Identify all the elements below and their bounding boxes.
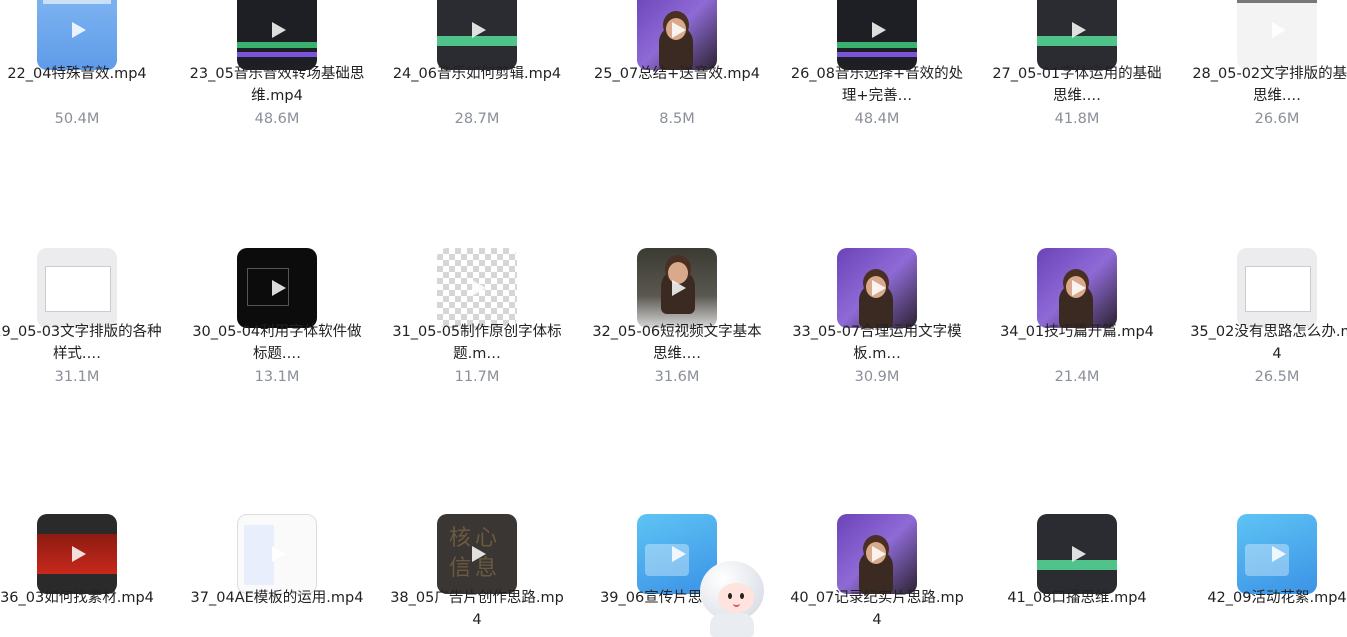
play-icon	[72, 22, 86, 38]
file-name[interactable]: 27_05-01字体运用的基础思维.…	[987, 63, 1167, 107]
file-size: 41.8M	[1054, 111, 1100, 127]
file-thumbnail[interactable]	[437, 248, 517, 328]
play-icon	[1072, 546, 1086, 562]
play-icon	[672, 22, 686, 38]
file-thumbnail[interactable]	[1037, 0, 1117, 70]
file-size: 48.6M	[254, 111, 300, 127]
file-thumbnail[interactable]	[837, 248, 917, 328]
play-icon	[872, 280, 886, 296]
file-size: 26.6M	[1254, 111, 1300, 127]
file-name[interactable]: 29_05-03文字排版的各种样式.…	[0, 321, 167, 365]
file-size: 30.9M	[854, 369, 900, 385]
file-thumbnail[interactable]	[437, 0, 517, 70]
file-thumbnail[interactable]	[37, 514, 117, 594]
play-icon	[472, 280, 486, 296]
file-thumbnail[interactable]	[1237, 0, 1317, 70]
file-name[interactable]: 22_04特殊音效.mp4	[0, 63, 167, 85]
file-thumbnail[interactable]: 核心 信息	[437, 514, 517, 594]
file-name[interactable]: 36_03如何找素材.mp4	[0, 587, 167, 609]
file-name[interactable]: 30_05-04利用字体软件做标题.…	[187, 321, 367, 365]
file-thumbnail[interactable]	[637, 0, 717, 70]
file-thumbnail[interactable]	[637, 248, 717, 328]
play-icon	[1072, 22, 1086, 38]
play-icon	[472, 22, 486, 38]
file-name[interactable]: 34_01技巧篇开篇.mp4	[987, 321, 1167, 343]
play-icon	[1272, 546, 1286, 562]
file-thumbnail[interactable]	[1237, 248, 1317, 328]
play-icon	[272, 546, 286, 562]
file-thumbnail[interactable]	[237, 248, 317, 328]
file-size: 11.7M	[454, 369, 500, 385]
file-name[interactable]: 40_07记录纪实片思路.mp4	[787, 587, 967, 631]
file-size: 28.7M	[454, 111, 500, 127]
file-name[interactable]: 37_04AE模板的运用.mp4	[187, 587, 367, 609]
file-thumbnail[interactable]	[837, 0, 917, 70]
file-name[interactable]: 33_05-07合理运用文字模板.m…	[787, 321, 967, 365]
file-name[interactable]: 24_06音乐如何剪辑.mp4	[387, 63, 567, 85]
file-thumbnail[interactable]	[837, 514, 917, 594]
play-icon	[72, 280, 86, 296]
play-icon	[72, 546, 86, 562]
file-size: 48.4M	[854, 111, 900, 127]
file-name[interactable]: 32_05-06短视频文字基本思维.…	[587, 321, 767, 365]
file-name[interactable]: 41_08口播思维.mp4	[987, 587, 1167, 609]
play-icon	[672, 546, 686, 562]
file-size: 26.5M	[1254, 369, 1300, 385]
file-name[interactable]: 31_05-05制作原创字体标题.m…	[387, 321, 567, 365]
file-name[interactable]: 35_02没有思路怎么办.mp4	[1187, 321, 1347, 365]
play-icon	[1272, 280, 1286, 296]
play-icon	[1072, 280, 1086, 296]
play-icon	[672, 280, 686, 296]
file-name[interactable]: 25_07总结+送音效.mp4	[587, 63, 767, 85]
file-name[interactable]: 26_08音乐选择+音效的处理+完善…	[787, 63, 967, 107]
file-thumbnail[interactable]	[237, 0, 317, 70]
file-name[interactable]: 42_09活动花絮.mp4	[1187, 587, 1347, 609]
assistant-mascot-icon[interactable]	[696, 561, 768, 637]
file-name[interactable]: 38_05广告片创作思路.mp4	[387, 587, 567, 631]
file-thumbnail[interactable]	[237, 514, 317, 594]
file-thumbnail[interactable]	[37, 248, 117, 328]
file-name[interactable]: 23_05音乐音效转场基础思维.mp4	[187, 63, 367, 107]
file-thumbnail[interactable]	[1037, 248, 1117, 328]
file-size: 21.4M	[1054, 369, 1100, 385]
play-icon	[872, 546, 886, 562]
file-size: 31.6M	[654, 369, 700, 385]
play-icon	[472, 546, 486, 562]
play-icon	[272, 280, 286, 296]
play-icon	[272, 22, 286, 38]
file-name[interactable]: 28_05-02文字排版的基础思维.…	[1187, 63, 1347, 107]
file-size: 13.1M	[254, 369, 300, 385]
play-icon	[872, 22, 886, 38]
file-size: 50.4M	[54, 111, 100, 127]
play-icon	[1272, 22, 1286, 38]
file-thumbnail[interactable]	[37, 0, 117, 70]
file-thumbnail[interactable]	[1237, 514, 1317, 594]
file-size: 31.1M	[54, 369, 100, 385]
file-thumbnail[interactable]	[1037, 514, 1117, 594]
file-size: 8.5M	[659, 111, 695, 127]
